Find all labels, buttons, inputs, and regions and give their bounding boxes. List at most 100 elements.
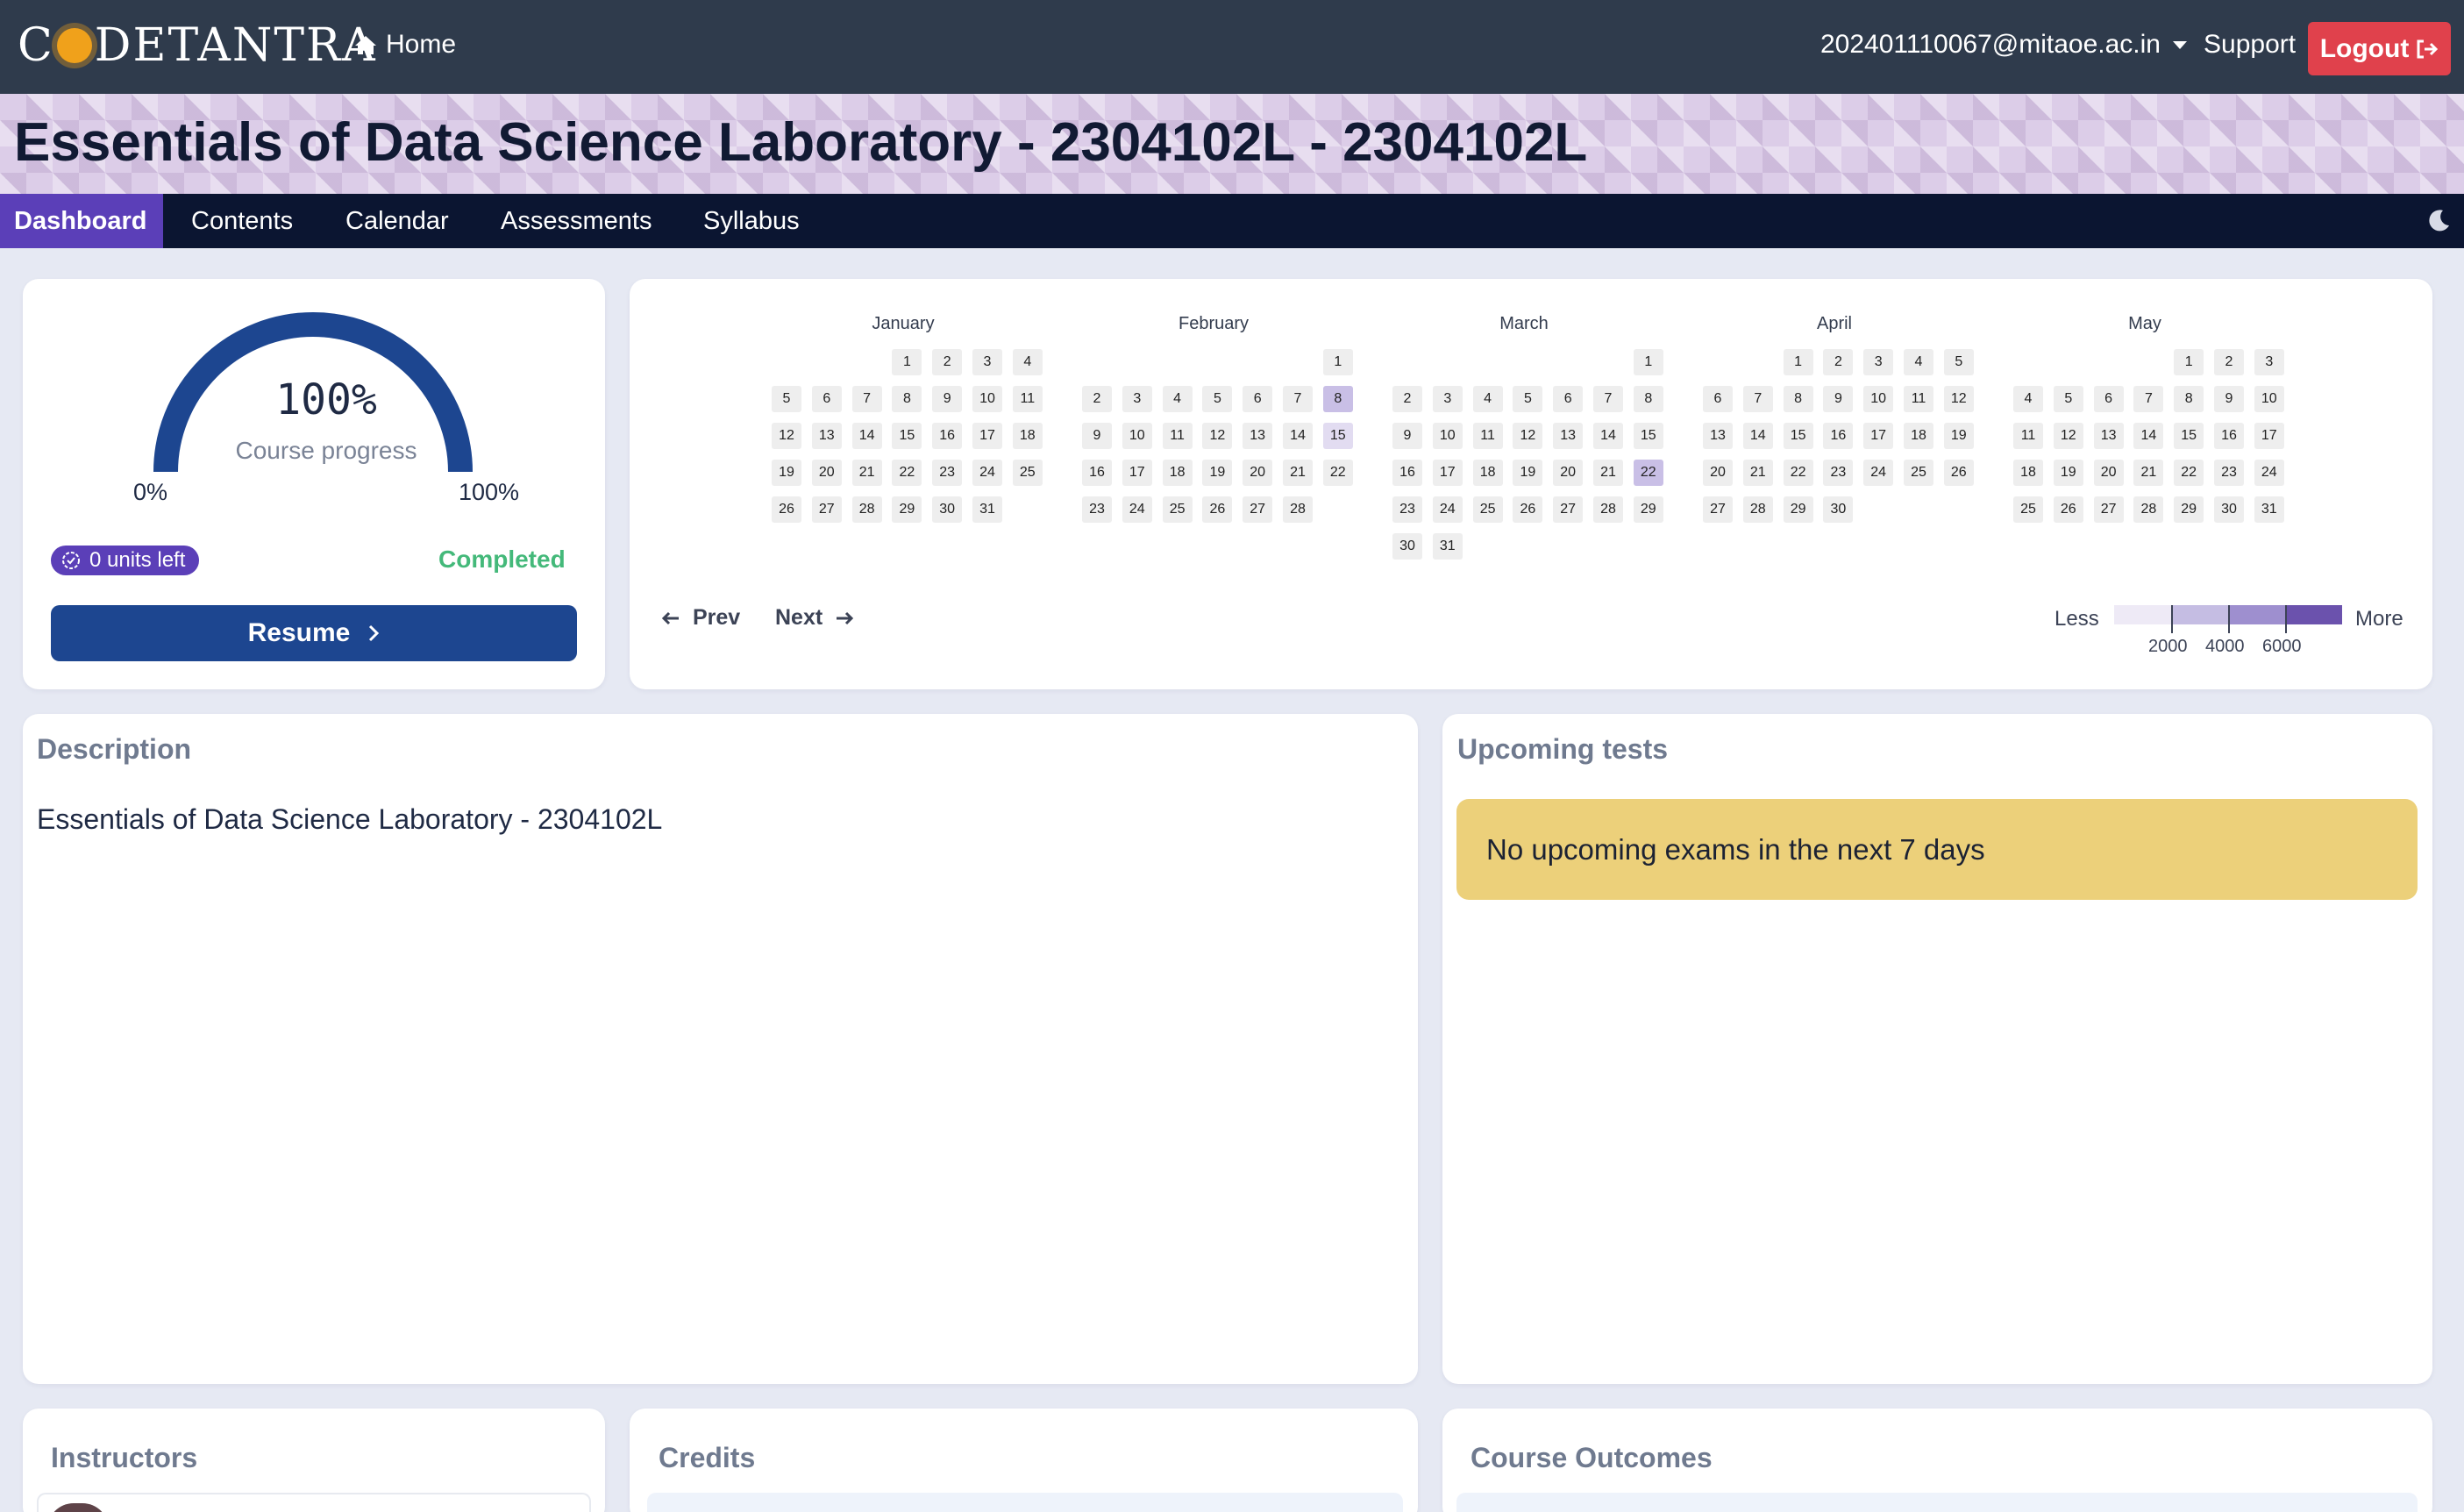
calendar-day[interactable]: 8	[1783, 386, 1813, 412]
calendar-day[interactable]: 25	[2013, 496, 2043, 523]
calendar-day[interactable]: 12	[2053, 423, 2083, 449]
calendar-day[interactable]: 1	[1633, 349, 1663, 375]
calendar-day[interactable]: 29	[1633, 496, 1663, 523]
calendar-day[interactable]: 29	[2174, 496, 2204, 523]
calendar-day[interactable]: 19	[2053, 460, 2083, 486]
calendar-day[interactable]: 28	[1283, 496, 1313, 523]
calendar-prev-button[interactable]: Prev	[661, 605, 740, 631]
calendar-day[interactable]: 18	[1472, 460, 1503, 486]
calendar-day[interactable]: 28	[851, 496, 882, 523]
calendar-day[interactable]: 16	[1392, 460, 1422, 486]
calendar-day[interactable]: 18	[1162, 460, 1193, 486]
calendar-day[interactable]: 2	[1082, 386, 1112, 412]
calendar-day[interactable]: 15	[2174, 423, 2204, 449]
calendar-day[interactable]: 21	[1593, 460, 1623, 486]
calendar-day[interactable]: 1	[1322, 349, 1353, 375]
calendar-day[interactable]: 30	[1823, 496, 1854, 523]
calendar-day[interactable]: 25	[1904, 460, 1933, 486]
calendar-day[interactable]: 27	[2093, 496, 2124, 523]
calendar-day[interactable]: 11	[1472, 423, 1503, 449]
calendar-day[interactable]: 8	[2174, 386, 2204, 412]
calendar-day[interactable]: 10	[972, 386, 1002, 412]
calendar-day[interactable]: 3	[1122, 386, 1152, 412]
codetantra-logo[interactable]: C DETANTRA	[18, 19, 377, 72]
calendar-day[interactable]: 9	[1082, 423, 1112, 449]
calendar-day[interactable]: 3	[1432, 386, 1463, 412]
calendar-day[interactable]: 7	[851, 386, 882, 412]
calendar-day[interactable]: 5	[1513, 386, 1543, 412]
calendar-day[interactable]: 26	[772, 496, 801, 523]
calendar-day[interactable]: 25	[1162, 496, 1193, 523]
calendar-day[interactable]: 17	[1122, 460, 1152, 486]
calendar-day[interactable]: 20	[1243, 460, 1273, 486]
calendar-day[interactable]: 23	[1392, 496, 1422, 523]
calendar-day[interactable]: 22	[2174, 460, 2204, 486]
calendar-day[interactable]: 11	[1162, 423, 1193, 449]
calendar-day[interactable]: 17	[2254, 423, 2284, 449]
calendar-day[interactable]: 25	[1012, 460, 1043, 486]
moon-icon[interactable]	[2425, 208, 2452, 234]
calendar-day[interactable]: 23	[1823, 460, 1854, 486]
calendar-day[interactable]: 20	[1553, 460, 1584, 486]
calendar-day[interactable]: 9	[1823, 386, 1854, 412]
calendar-day[interactable]: 2	[2214, 349, 2244, 375]
calendar-day[interactable]: 15	[1633, 423, 1663, 449]
calendar-day[interactable]: 11	[1904, 386, 1933, 412]
calendar-day[interactable]: 13	[1553, 423, 1584, 449]
calendar-day[interactable]: 21	[2133, 460, 2164, 486]
calendar-day[interactable]: 13	[1703, 423, 1733, 449]
calendar-day[interactable]: 12	[1513, 423, 1543, 449]
calendar-day[interactable]: 22	[1633, 460, 1663, 486]
calendar-day[interactable]: 12	[1202, 423, 1233, 449]
calendar-day[interactable]: 15	[892, 423, 922, 449]
calendar-day[interactable]: 28	[2133, 496, 2164, 523]
user-menu-dropdown[interactable]: 202401110067@mitaoe.ac.in	[1820, 30, 2187, 60]
calendar-day[interactable]: 15	[1783, 423, 1813, 449]
calendar-next-button[interactable]: Next	[775, 605, 854, 631]
calendar-day[interactable]: 15	[1322, 423, 1353, 449]
calendar-day[interactable]: 7	[1742, 386, 1773, 412]
calendar-day[interactable]: 6	[811, 386, 842, 412]
calendar-day[interactable]: 11	[1012, 386, 1043, 412]
calendar-day[interactable]: 13	[811, 423, 842, 449]
calendar-day[interactable]: 2	[932, 349, 963, 375]
calendar-day[interactable]: 26	[2053, 496, 2083, 523]
calendar-day[interactable]: 2	[1392, 386, 1422, 412]
calendar-day[interactable]: 3	[1863, 349, 1894, 375]
calendar-day[interactable]: 24	[1432, 496, 1463, 523]
calendar-day[interactable]: 19	[1202, 460, 1233, 486]
calendar-day[interactable]: 17	[1432, 460, 1463, 486]
calendar-day[interactable]: 24	[1863, 460, 1894, 486]
calendar-day[interactable]: 27	[811, 496, 842, 523]
tab-contents[interactable]: Contents	[177, 194, 307, 248]
calendar-day[interactable]: 19	[1943, 423, 1974, 449]
logout-button[interactable]: Logout	[2308, 22, 2451, 75]
calendar-day[interactable]: 8	[1633, 386, 1663, 412]
calendar-day[interactable]: 12	[772, 423, 801, 449]
calendar-day[interactable]: 16	[1082, 460, 1112, 486]
calendar-day[interactable]: 4	[2013, 386, 2043, 412]
calendar-day[interactable]: 4	[1472, 386, 1503, 412]
calendar-day[interactable]: 26	[1513, 496, 1543, 523]
calendar-day[interactable]: 6	[1553, 386, 1584, 412]
calendar-day[interactable]: 30	[2214, 496, 2244, 523]
calendar-day[interactable]: 10	[1432, 423, 1463, 449]
tab-calendar[interactable]: Calendar	[331, 194, 463, 248]
calendar-day[interactable]: 17	[972, 423, 1002, 449]
calendar-day[interactable]: 21	[1283, 460, 1313, 486]
calendar-day[interactable]: 31	[1432, 533, 1463, 560]
calendar-day[interactable]: 14	[851, 423, 882, 449]
calendar-day[interactable]: 25	[1472, 496, 1503, 523]
calendar-day[interactable]: 18	[1904, 423, 1933, 449]
calendar-day[interactable]: 16	[1823, 423, 1854, 449]
calendar-day[interactable]: 12	[1943, 386, 1974, 412]
calendar-day[interactable]: 4	[1904, 349, 1933, 375]
calendar-day[interactable]: 17	[1863, 423, 1894, 449]
calendar-day[interactable]: 4	[1162, 386, 1193, 412]
calendar-day[interactable]: 2	[1823, 349, 1854, 375]
calendar-day[interactable]: 16	[2214, 423, 2244, 449]
calendar-day[interactable]: 14	[1742, 423, 1773, 449]
tab-dashboard[interactable]: Dashboard	[0, 194, 163, 248]
calendar-day[interactable]: 5	[772, 386, 801, 412]
calendar-day[interactable]: 18	[1012, 423, 1043, 449]
